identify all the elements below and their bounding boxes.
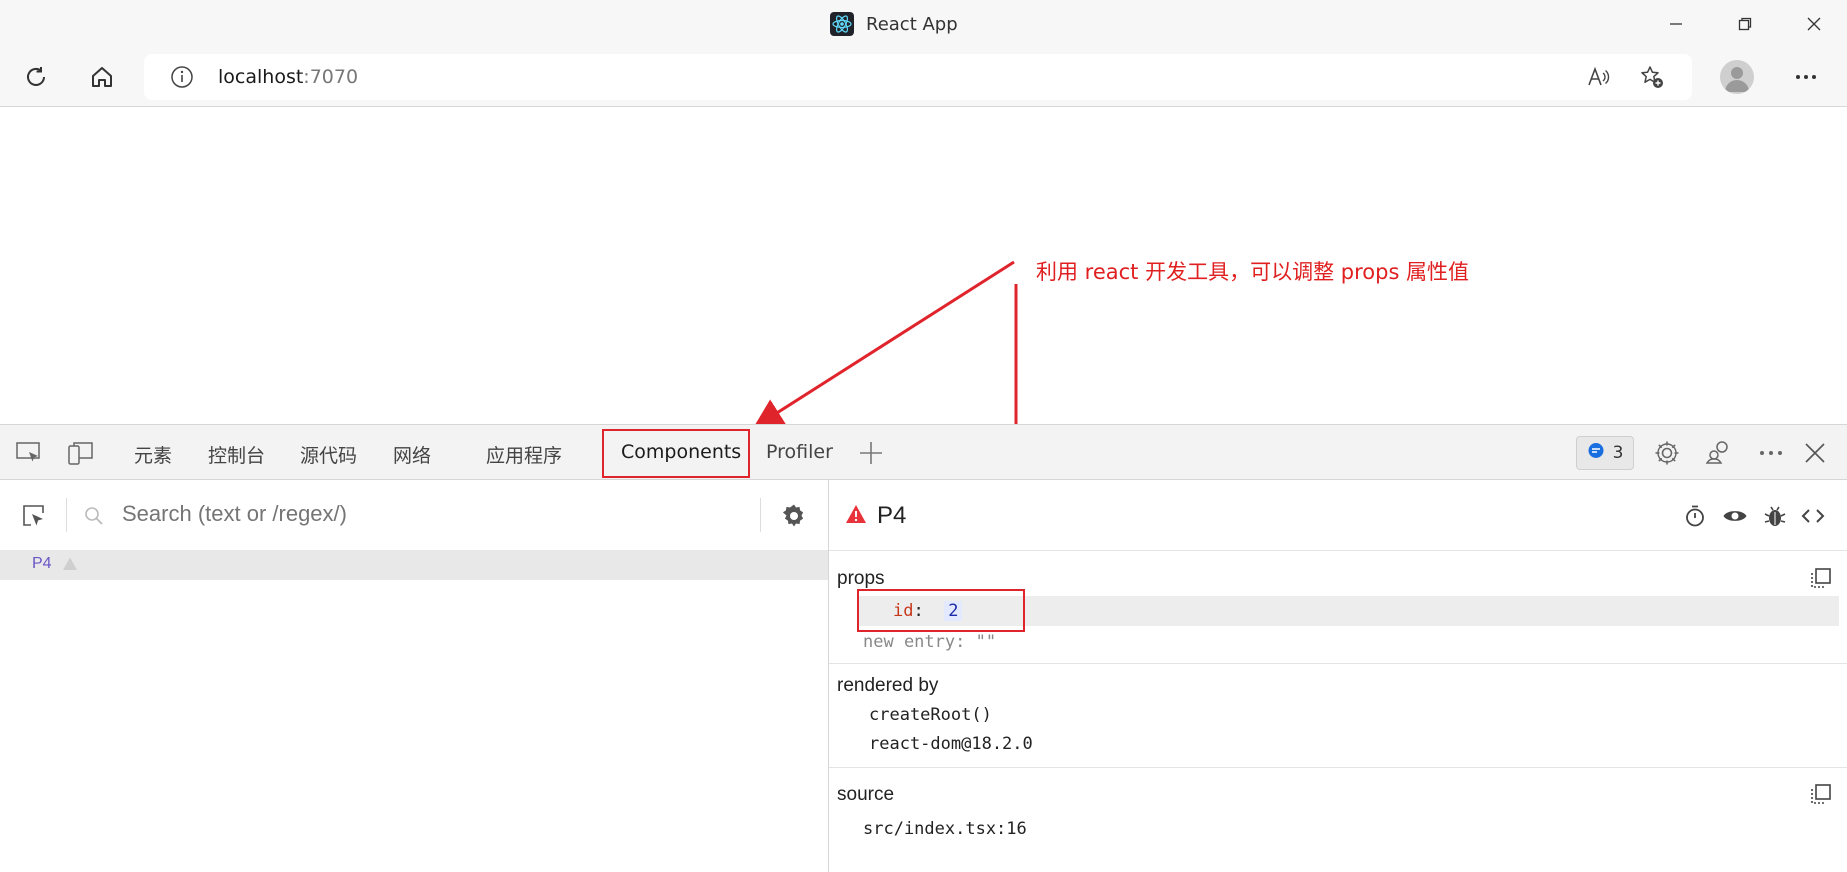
tab-console[interactable]: 控制台	[208, 441, 265, 468]
copy-source-icon[interactable]	[1807, 780, 1835, 808]
url-text[interactable]: localhost:7070	[218, 66, 358, 88]
tree-item-p4[interactable]: P4	[0, 550, 828, 580]
view-source-code-icon[interactable]	[1799, 502, 1827, 530]
rendered-by-item: react-dom@18.2.0	[869, 734, 1033, 754]
suspend-timer-icon[interactable]	[1681, 502, 1709, 530]
rendered-by-label: rendered by	[837, 675, 939, 696]
react-logo-icon	[830, 12, 854, 36]
tab-profiler[interactable]: Profiler	[766, 441, 833, 463]
window-title: React App	[866, 13, 958, 35]
inspect-dom-eye-icon[interactable]	[1721, 502, 1749, 530]
issues-badge[interactable]: 3	[1576, 436, 1634, 470]
tab-application[interactable]: 应用程序	[486, 441, 562, 468]
devtools-tab-bar: 元素 控制台 源代码 网络 应用程序 Components Profiler 3	[0, 424, 1847, 480]
source-section-label: source	[837, 784, 895, 805]
inspected-component-name: P4	[877, 502, 907, 529]
url-port: :7070	[303, 66, 359, 88]
settings-gear-icon[interactable]	[1652, 438, 1682, 468]
minimize-button[interactable]	[1662, 10, 1690, 38]
tab-elements[interactable]: 元素	[134, 441, 172, 468]
profile-avatar[interactable]	[1720, 60, 1754, 94]
search-icon	[80, 502, 108, 530]
add-tab-icon[interactable]	[856, 438, 886, 468]
log-bug-icon[interactable]	[1761, 502, 1789, 530]
home-icon[interactable]	[86, 61, 118, 93]
inspect-element-icon[interactable]	[14, 438, 44, 468]
source-location-link[interactable]: src/index.tsx:16	[863, 819, 1027, 839]
site-info-icon[interactable]	[168, 63, 196, 91]
component-tree-panel: P4	[0, 480, 829, 872]
read-aloud-icon[interactable]	[1584, 63, 1612, 91]
add-favorite-icon[interactable]	[1638, 63, 1666, 91]
annotation-text: 利用 react 开发工具，可以调整 props 属性值	[1036, 260, 1470, 284]
tree-search-row	[0, 480, 828, 551]
highlight-id-prop	[857, 589, 1025, 632]
message-icon	[1587, 442, 1605, 465]
window-title-group: React App	[830, 12, 958, 36]
props-section-label: props	[837, 568, 885, 589]
refresh-icon[interactable]	[20, 61, 52, 93]
tab-network[interactable]: 网络	[393, 441, 431, 468]
select-element-icon[interactable]	[20, 502, 48, 530]
component-search-input[interactable]	[120, 500, 744, 528]
tree-item-label: P4	[32, 555, 52, 572]
customize-icon[interactable]	[1704, 438, 1734, 468]
tree-settings-gear-icon[interactable]	[780, 502, 808, 530]
prop-row-new-entry[interactable]: new entry: ""	[863, 632, 996, 652]
tab-sources[interactable]: 源代码	[300, 441, 357, 468]
close-window-button[interactable]	[1800, 10, 1828, 38]
inspector-panel: P4 props id: 2 new entry: "" rendered by…	[829, 480, 1847, 872]
highlight-components-tab	[602, 429, 750, 478]
close-devtools-icon[interactable]	[1800, 438, 1830, 468]
new-entry-value[interactable]: ""	[976, 632, 996, 652]
new-entry-key: new entry	[863, 632, 956, 652]
arrow-to-components-tab	[752, 260, 1015, 429]
copy-props-icon[interactable]	[1807, 564, 1835, 592]
address-bar[interactable]: localhost:7070	[144, 54, 1692, 100]
url-host: localhost	[218, 66, 304, 88]
device-toolbar-icon[interactable]	[66, 438, 96, 468]
devtools-more-icon[interactable]	[1756, 438, 1786, 468]
warning-icon	[62, 556, 78, 576]
rendered-by-item[interactable]: createRoot()	[869, 705, 992, 725]
restore-button[interactable]	[1731, 10, 1759, 38]
issues-count: 3	[1612, 443, 1624, 463]
component-warning-icon	[845, 504, 867, 528]
title-bar: React App	[0, 0, 1847, 48]
more-options-icon[interactable]	[1790, 61, 1822, 93]
browser-toolbar: localhost:7070	[0, 48, 1847, 107]
